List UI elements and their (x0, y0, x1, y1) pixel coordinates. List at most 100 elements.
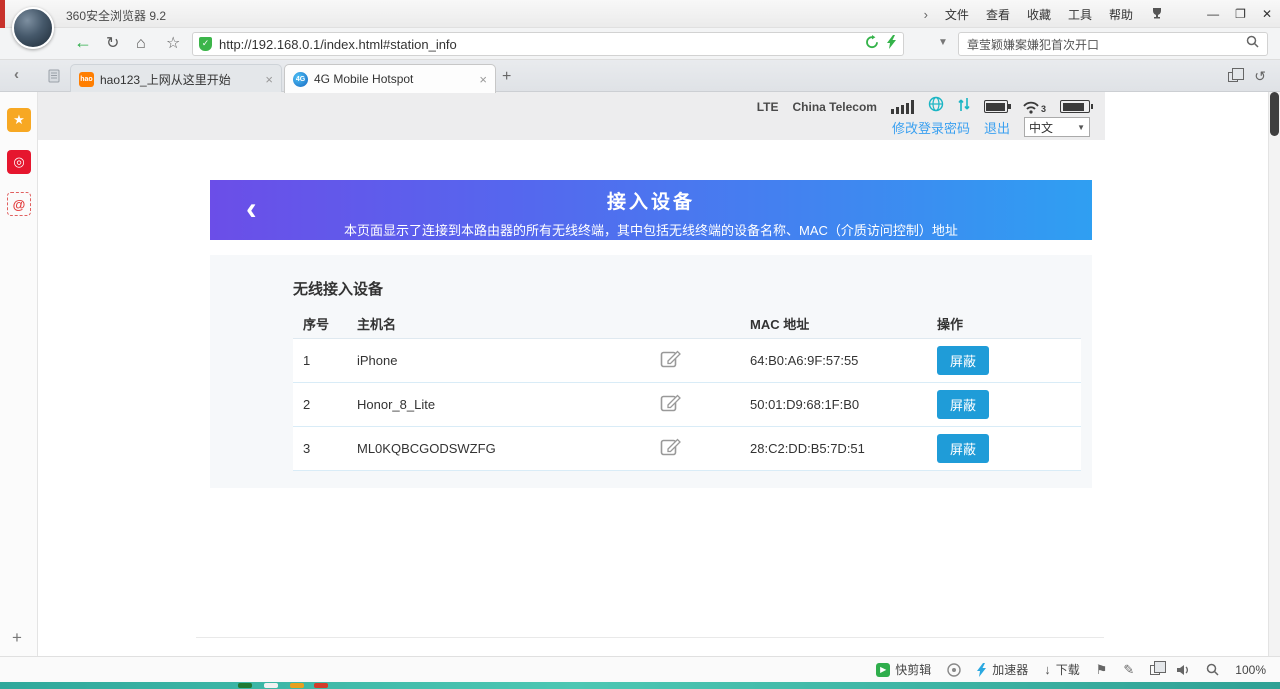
header-mac: MAC 地址 (750, 314, 937, 333)
page-content: LTE China Telecom 3 修改登录密码 (38, 92, 1280, 656)
tab-hao123[interactable]: hao hao123_上网从这里开始 × (70, 64, 282, 93)
row-mac: 64:B0:A6:9F:57:55 (750, 353, 937, 368)
block-button[interactable]: 屏蔽 (937, 390, 989, 419)
download-button[interactable]: ↓ 下载 (1044, 661, 1080, 678)
trophy-icon[interactable] (1150, 6, 1164, 23)
zoom-icon[interactable] (1206, 663, 1219, 676)
row-mac: 50:01:D9:68:1F:B0 (750, 397, 937, 412)
menu-expand-icon[interactable]: › (924, 7, 928, 22)
taskbar-app-icon[interactable] (314, 683, 328, 688)
header-action: 操作 (937, 314, 1081, 333)
table-row: 3 ML0KQBCGODSWZFG 28:C2:DD:B5:7D:51 屏蔽 (293, 427, 1081, 471)
new-tab-button[interactable]: + (502, 68, 511, 86)
tabbar-right-actions: ↺ (1228, 68, 1266, 85)
quick-edit-label: 快剪辑 (895, 661, 931, 678)
scrollbar-thumb[interactable] (1270, 92, 1279, 136)
menu-tools[interactable]: 工具 (1068, 6, 1092, 23)
search-box[interactable]: 章莹颖嫌案嫌犯首次开口 (958, 32, 1268, 56)
accelerator-label: 加速器 (992, 661, 1028, 678)
block-button[interactable]: 屏蔽 (937, 434, 989, 463)
select-arrow-icon: ▼ (1077, 123, 1085, 132)
change-password-link[interactable]: 修改登录密码 (892, 118, 970, 137)
refresh-icon[interactable]: ↻ (106, 34, 119, 54)
row-mac: 28:C2:DD:B5:7D:51 (750, 441, 937, 456)
accelerator-button[interactable]: 加速器 (977, 661, 1028, 678)
report-flag-icon[interactable]: ⚑ (1096, 662, 1108, 678)
table-header-row: 序号 主机名 MAC 地址 操作 (293, 309, 1081, 339)
browser-medal-icon[interactable] (947, 663, 961, 677)
taskbar-app-icon[interactable] (264, 683, 278, 688)
close-button[interactable]: ✕ (1262, 7, 1272, 21)
search-icon[interactable] (1246, 35, 1259, 53)
edit-hostname-icon[interactable] (660, 437, 682, 460)
speed-mode-icon[interactable] (887, 35, 897, 54)
statusbar: ▶ 快剪辑 加速器 ↓ 下载 ⚑ ✎ 100% (0, 656, 1280, 682)
home-icon[interactable]: ⌂ (136, 34, 146, 54)
wifi-icon: 3 (1022, 100, 1046, 114)
signal-strength-icon (891, 100, 914, 114)
battery-level-icon (1060, 100, 1090, 113)
window-split-icon[interactable] (1150, 665, 1160, 675)
language-select[interactable]: 中文 ▼ (1024, 117, 1090, 137)
logout-link[interactable]: 退出 (984, 118, 1010, 137)
traffic-updown-icon (958, 97, 970, 117)
user-avatar[interactable] (12, 7, 54, 49)
url-dropdown-icon[interactable]: ▼ (938, 37, 948, 48)
menubar: › 文件 查看 收藏 工具 帮助 (924, 0, 1164, 28)
mute-icon[interactable] (1176, 664, 1190, 676)
block-button[interactable]: 屏蔽 (937, 346, 989, 375)
download-icon: ↓ (1044, 662, 1051, 677)
tab-close-icon[interactable]: × (265, 72, 273, 87)
sidebar-favorites-icon[interactable]: ★ (7, 108, 31, 132)
router-status-bar: LTE China Telecom 3 修改登录密码 (38, 92, 1105, 140)
row-hostname: ML0KQBCGODSWZFG (357, 441, 660, 456)
address-bar[interactable]: ✓ http://192.168.0.1/index.html#station_… (192, 32, 904, 56)
menu-view[interactable]: 查看 (986, 6, 1010, 23)
tab-label[interactable]: hao123_上网从这里开始 (100, 71, 259, 88)
sidebar-add-icon[interactable]: + (12, 628, 22, 648)
page-banner: ‹ 接入设备 本页面显示了连接到本路由器的所有无线终端，其中包括无线终端的设备名… (210, 180, 1092, 240)
menu-favorites[interactable]: 收藏 (1027, 6, 1051, 23)
taskbar-app-icon[interactable] (290, 683, 304, 688)
browser-window: 360安全浏览器 9.2 › 文件 查看 收藏 工具 帮助 — ❐ ✕ ← ↻ … (0, 0, 1280, 689)
scrollbar[interactable] (1268, 92, 1280, 656)
row-no: 2 (293, 397, 357, 412)
zoom-level[interactable]: 100% (1235, 663, 1266, 677)
titlebar: 360安全浏览器 9.2 › 文件 查看 收藏 工具 帮助 — ❐ ✕ (0, 0, 1280, 28)
wifi-client-count: 3 (1041, 104, 1046, 114)
tab-label[interactable]: 4G Mobile Hotspot (314, 72, 473, 86)
devices-table: 序号 主机名 MAC 地址 操作 1 iPhone 64:B0:A6:9F:57… (293, 309, 1081, 471)
sidebar-collapse-icon[interactable]: ‹ (14, 66, 19, 83)
network-type-label: LTE (757, 100, 779, 114)
quick-edit-button[interactable]: ▶ 快剪辑 (876, 661, 931, 678)
hotspot-favicon: 4G (293, 72, 308, 87)
maximize-button[interactable]: ❐ (1235, 7, 1246, 21)
favorite-icon[interactable]: ☆ (166, 34, 180, 54)
note-icon[interactable]: ✎ (1123, 662, 1134, 678)
restore-tab-icon[interactable]: ↺ (1254, 68, 1266, 85)
auto-refresh-icon[interactable] (865, 35, 879, 54)
table-row: 1 iPhone 64:B0:A6:9F:57:55 屏蔽 (293, 339, 1081, 383)
table-row: 2 Honor_8_Lite 50:01:D9:68:1F:B0 屏蔽 (293, 383, 1081, 427)
sidebar-weibo-icon[interactable]: ◎ (7, 150, 31, 174)
edit-hostname-icon[interactable] (660, 349, 682, 372)
edit-hostname-icon[interactable] (660, 393, 682, 416)
reading-list-icon[interactable] (48, 69, 60, 88)
url-text[interactable]: http://192.168.0.1/index.html#station_in… (219, 37, 865, 52)
search-query[interactable]: 章莹颖嫌案嫌犯首次开口 (967, 36, 1246, 53)
back-icon[interactable]: ← (74, 32, 92, 52)
download-label: 下载 (1056, 661, 1080, 678)
hao123-favicon: hao (79, 72, 94, 87)
minimize-button[interactable]: — (1207, 7, 1219, 21)
taskbar-app-icon[interactable] (238, 683, 252, 688)
sidebar-mail-icon[interactable]: @ (7, 192, 31, 216)
banner-back-icon[interactable]: ‹ (246, 188, 257, 228)
tab-close-icon[interactable]: × (479, 72, 487, 87)
menu-help[interactable]: 帮助 (1109, 6, 1133, 23)
footer-divider (196, 637, 1104, 638)
status-icons-row: LTE China Telecom 3 (757, 96, 1090, 117)
tab-list-icon[interactable] (1228, 72, 1238, 82)
header-no: 序号 (293, 314, 357, 333)
tab-4g-hotspot[interactable]: 4G 4G Mobile Hotspot × (284, 64, 496, 93)
menu-file[interactable]: 文件 (945, 6, 969, 23)
